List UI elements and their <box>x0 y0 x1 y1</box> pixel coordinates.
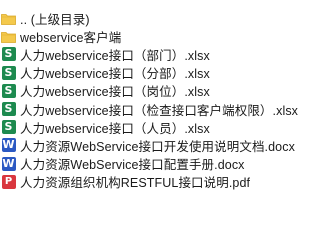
file-name: 人力webservice接口（人员）.xlsx <box>20 121 210 136</box>
spreadsheet-icon-glyph: S <box>1 120 16 135</box>
document-icon: W <box>1 156 16 171</box>
file-row-xlsx[interactable]: S 人力webservice接口（部门）.xlsx <box>0 45 334 63</box>
file-row-xlsx[interactable]: S 人力webservice接口（岗位）.xlsx <box>0 82 334 100</box>
spreadsheet-icon: S <box>1 83 16 98</box>
file-row-docx[interactable]: W 人力资源WebService接口配置手册.docx <box>0 155 334 173</box>
spreadsheet-icon-glyph: S <box>1 83 16 98</box>
spreadsheet-icon: S <box>1 120 16 135</box>
file-name: 人力webservice接口（检查接口客户端权限）.xlsx <box>20 103 299 118</box>
spreadsheet-icon-glyph: S <box>1 65 16 80</box>
file-name: .. (上级目录) <box>20 12 90 27</box>
file-row-xlsx[interactable]: S 人力webservice接口（检查接口客户端权限）.xlsx <box>0 100 334 118</box>
spreadsheet-icon-glyph: S <box>1 102 16 117</box>
document-icon-glyph: W <box>1 156 16 171</box>
file-name: 人力资源WebService接口开发使用说明文档.docx <box>20 139 295 154</box>
file-row-pdf[interactable]: P 人力资源组织机构RESTFUL接口说明.pdf <box>0 173 334 191</box>
file-row-folder[interactable]: webservice客户端 <box>0 27 334 45</box>
pdf-icon-glyph: P <box>1 174 16 189</box>
file-row-parent-dir[interactable]: .. (上级目录) <box>0 9 334 27</box>
file-list: .. (上级目录) webservice客户端 S 人力webservice接口… <box>0 0 334 246</box>
folder-icon <box>1 11 16 26</box>
file-row-xlsx[interactable]: S 人力webservice接口（人员）.xlsx <box>0 118 334 136</box>
folder-icon <box>1 29 16 44</box>
document-icon-glyph: W <box>1 138 16 153</box>
spreadsheet-icon: S <box>1 65 16 80</box>
file-name: 人力webservice接口（岗位）.xlsx <box>20 85 210 100</box>
spreadsheet-icon: S <box>1 102 16 117</box>
file-name: 人力资源WebService接口配置手册.docx <box>20 158 245 173</box>
file-row-xlsx[interactable]: S 人力webservice接口（分部）.xlsx <box>0 64 334 82</box>
file-name: 人力资源组织机构RESTFUL接口说明.pdf <box>20 176 251 191</box>
file-name: 人力webservice接口（部门）.xlsx <box>20 48 210 63</box>
file-row-docx[interactable]: W 人力资源WebService接口开发使用说明文档.docx <box>0 136 334 154</box>
file-name: 人力webservice接口（分部）.xlsx <box>20 67 210 82</box>
file-name: webservice客户端 <box>20 30 122 45</box>
pdf-icon: P <box>1 174 16 189</box>
document-icon: W <box>1 138 16 153</box>
spreadsheet-icon-glyph: S <box>1 47 16 62</box>
spreadsheet-icon: S <box>1 47 16 62</box>
